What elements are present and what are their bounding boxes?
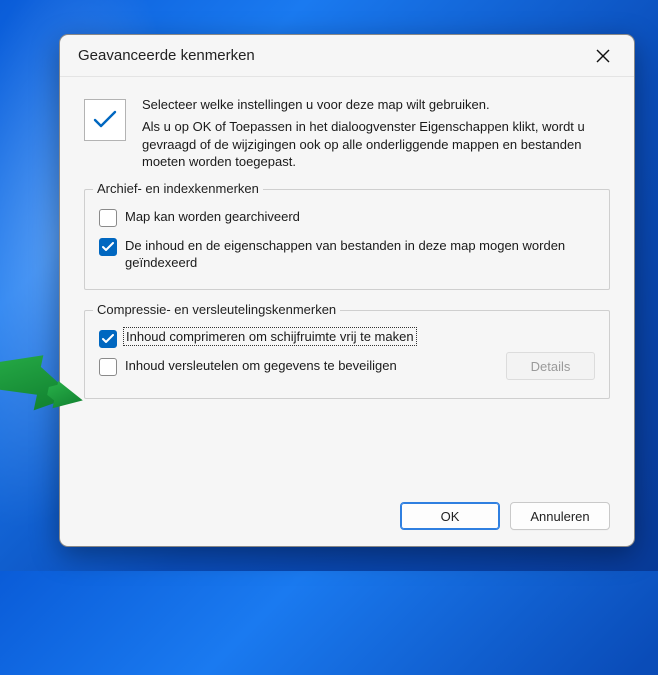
cancel-button[interactable]: Annuleren (510, 502, 610, 530)
checkbox-encrypt[interactable] (99, 358, 117, 376)
details-button: Details (506, 352, 595, 380)
dialog-buttons: OK Annuleren (400, 502, 610, 530)
advanced-attributes-dialog: Geavanceerde kenmerken Selecteer welke i… (59, 34, 635, 547)
label-encrypt: Inhoud versleutelen om gegevens te bevei… (125, 357, 498, 375)
checkmark-box-icon (84, 99, 126, 141)
dialog-title: Geavanceerde kenmerken (78, 47, 584, 64)
group-compress-encrypt: Compressie- en versleutelingskenmerken I… (84, 310, 610, 399)
checkbox-compress[interactable] (99, 330, 117, 348)
label-compress: Inhoud comprimeren om schijfruimte vrij … (125, 329, 415, 344)
intro-section: Selecteer welke instellingen u voor deze… (84, 97, 610, 171)
label-archive: Map kan worden gearchiveerd (125, 208, 595, 226)
dialog-body: Selecteer welke instellingen u voor deze… (60, 77, 634, 546)
titlebar: Geavanceerde kenmerken (60, 35, 634, 77)
intro-line2: Als u op OK of Toepassen in het dialoogv… (142, 118, 610, 171)
row-compress[interactable]: Inhoud comprimeren om schijfruimte vrij … (99, 329, 595, 348)
group-archive-index: Archief- en indexkenmerken Map kan worde… (84, 189, 610, 291)
checkbox-index[interactable] (99, 238, 117, 256)
row-archive[interactable]: Map kan worden gearchiveerd (99, 208, 595, 227)
intro-line1: Selecteer welke instellingen u voor deze… (142, 97, 610, 112)
intro-text: Selecteer welke instellingen u voor deze… (142, 97, 610, 171)
close-button[interactable] (584, 40, 622, 72)
close-icon (596, 49, 610, 63)
checkbox-archive[interactable] (99, 209, 117, 227)
group-compress-legend: Compressie- en versleutelingskenmerken (93, 302, 340, 317)
group-archive-legend: Archief- en indexkenmerken (93, 181, 263, 196)
row-encrypt: Inhoud versleutelen om gegevens te bevei… (99, 352, 595, 380)
row-index[interactable]: De inhoud en de eigenschappen van bestan… (99, 237, 595, 272)
ok-button[interactable]: OK (400, 502, 500, 530)
label-index: De inhoud en de eigenschappen van bestan… (125, 237, 595, 272)
